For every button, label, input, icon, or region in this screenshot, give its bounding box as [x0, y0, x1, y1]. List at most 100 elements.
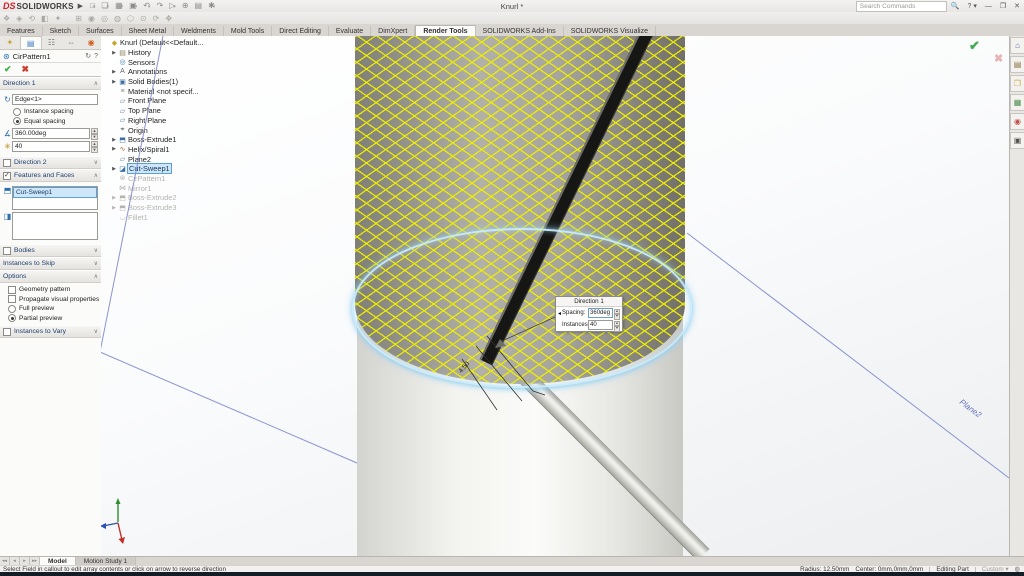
zoom-area-icon[interactable]: ◈ [16, 14, 22, 23]
search-commands-input[interactable]: Search Commands [856, 1, 947, 12]
close-button[interactable]: ✕ [1014, 2, 1020, 10]
help-circle-icon[interactable]: ? [94, 53, 98, 60]
partial-preview-radio[interactable]: Partial preview [8, 314, 98, 324]
tree-item-origin[interactable]: ⌖Origin [110, 125, 242, 135]
redo-icon[interactable]: ↷ [156, 1, 163, 11]
tab-surfaces[interactable]: Surfaces [79, 26, 122, 36]
view-settings-icon[interactable]: ⊙ [140, 14, 147, 23]
tree-item-history[interactable]: ▶▤History [110, 48, 242, 58]
tab-evaluate[interactable]: Evaluate [329, 26, 371, 36]
group-instances-skip-header[interactable]: Instances to Skip ∨ [0, 257, 101, 270]
pattern-axis-field[interactable]: Edge<1> [12, 94, 98, 105]
view-palette-icon[interactable]: ▦ [1010, 94, 1024, 111]
reverse-direction-arrow-icon[interactable]: ◂ [558, 310, 561, 317]
previous-view-icon[interactable]: ⟲ [28, 14, 35, 23]
select-icon[interactable]: ▷▾ [169, 1, 176, 12]
plane2-label[interactable]: Plane2 [958, 397, 983, 419]
propagate-visual-checkbox[interactable]: Propagate visual properties [8, 295, 98, 305]
group-bodies-header[interactable]: Bodies ∨ [0, 244, 101, 257]
tree-item-sensors[interactable]: ◎Sensors [110, 57, 242, 67]
instances-input[interactable]: 40 [588, 320, 613, 330]
spacing-spinner[interactable]: ▲▼ [614, 309, 620, 318]
tree-item-annotations[interactable]: ▶AAnnotations [110, 67, 242, 77]
view-orientation-icon[interactable]: ⊞ [75, 14, 82, 23]
new-document-icon[interactable]: □▾ [90, 1, 95, 12]
selected-feature-item[interactable]: Cut-Sweep1 [13, 187, 97, 198]
tab-mold-tools[interactable]: Mold Tools [224, 26, 272, 36]
tree-item-top-plane[interactable]: ▱Top Plane [110, 106, 242, 116]
tab-features[interactable]: Features [0, 26, 43, 36]
confirm-cancel-icon[interactable]: ✖ [994, 52, 1003, 65]
faces-to-pattern-list[interactable] [12, 212, 98, 240]
instances-vary-checkbox[interactable] [3, 328, 11, 336]
tree-item-cut-sweep1[interactable]: ▶◪Cut-Sweep1 [110, 164, 242, 174]
ok-button[interactable]: ✔ [4, 64, 12, 75]
group-features-faces-header[interactable]: Features and Faces ∧ [0, 169, 101, 182]
selected-circular-edge[interactable] [352, 228, 692, 388]
instances-spinner[interactable]: ▲▼ [614, 321, 620, 330]
menu-expand-arrow-icon[interactable]: ▶ [78, 2, 83, 10]
zoom-fit-icon[interactable]: ❖ [3, 14, 10, 23]
pan-icon[interactable]: ✥ [165, 14, 172, 23]
featuremanager-tab-icon[interactable]: ✦ [0, 36, 20, 49]
options-gear-icon[interactable]: ✱▾ [208, 1, 215, 12]
save-icon[interactable]: ▦▾ [115, 1, 123, 12]
angle-field[interactable]: 360.00deg [12, 128, 90, 139]
rotate-view-icon[interactable]: ⟳ [153, 14, 160, 23]
minimize-button[interactable]: — [985, 3, 992, 10]
file-explorer-icon[interactable]: ❒ [1010, 75, 1024, 92]
tab-sketch[interactable]: Sketch [43, 26, 79, 36]
tree-item-boss-extrude1[interactable]: ▶⬒Boss-Extrude1 [110, 135, 242, 145]
confirm-ok-icon[interactable]: ✔ [969, 38, 980, 54]
instance-spacing-radio[interactable]: Instance spacing [13, 107, 98, 117]
open-document-icon[interactable]: ❏▾ [101, 1, 109, 12]
tab-direct-editing[interactable]: Direct Editing [272, 26, 329, 36]
tree-item-right-plane[interactable]: ▱Right Plane [110, 116, 242, 126]
tab-dimxpert[interactable]: DimXpert [371, 26, 415, 36]
print-icon[interactable]: ▣▾ [129, 1, 137, 12]
configurationmanager-tab-icon[interactable]: ☷ [42, 36, 62, 49]
appearances-icon[interactable]: ◉ [1010, 113, 1024, 130]
apply-scene-icon[interactable]: ⬡ [127, 14, 134, 23]
geometry-pattern-checkbox[interactable]: Geometry pattern [8, 285, 98, 295]
restore-button[interactable]: ❐ [1000, 2, 1006, 10]
tree-item-helix-spiral1[interactable]: ▶∿Helix/Spiral1 [110, 145, 242, 155]
full-preview-radio[interactable]: Full preview [8, 304, 98, 314]
pin-icon[interactable]: ↻ [85, 52, 91, 60]
rebuild-icon[interactable]: ⊕ [182, 1, 189, 11]
propertymanager-tab-icon[interactable]: ▤ [20, 36, 42, 49]
bodies-checkbox[interactable] [3, 247, 11, 255]
tree-item-cirpattern1[interactable]: ⊛CirPattern1 [110, 174, 242, 184]
home-icon[interactable]: ⌂ [1010, 37, 1024, 54]
equal-spacing-radio[interactable]: Equal spacing [13, 117, 98, 127]
tree-item-part[interactable]: ◆Knurl (Default<<Default... [110, 38, 242, 48]
section-view-icon[interactable]: ◧ [41, 14, 49, 23]
tree-item-boss-extrude2[interactable]: ▶⬒Boss-Extrude2 [110, 193, 242, 203]
group-direction2-header[interactable]: Direction 2 ∨ [0, 156, 101, 169]
undo-icon[interactable]: ↶▾ [143, 1, 150, 12]
features-faces-checkbox[interactable] [3, 172, 11, 180]
search-icon[interactable]: 🔍 [951, 2, 960, 10]
tree-item-front-plane[interactable]: ▱Front Plane [110, 96, 242, 106]
instance-count-field[interactable]: 40 [12, 141, 90, 152]
group-instances-vary-header[interactable]: Instances to Vary ∨ [0, 325, 101, 338]
tree-item-fillet1[interactable]: ◡Fillet1 [110, 212, 242, 222]
direction2-checkbox[interactable] [3, 159, 11, 167]
graphics-viewport[interactable]: Plane2 4.50 ◆Knurl (Default<<Default... … [101, 36, 1009, 556]
tab-render-tools[interactable]: Render Tools [415, 25, 475, 36]
tree-item-solid-bodies[interactable]: ▶▣Solid Bodies(1) [110, 77, 242, 87]
spacing-input[interactable]: 360deg [588, 308, 613, 318]
tab-solidworks-addins[interactable]: SOLIDWORKS Add-Ins [476, 26, 564, 36]
group-options-header[interactable]: Options ∧ [0, 270, 101, 283]
file-properties-icon[interactable]: ▤ [195, 1, 203, 11]
display-style-icon[interactable]: ◉ [88, 14, 95, 23]
tab-solidworks-visualize[interactable]: SOLIDWORKS Visualize [564, 26, 656, 36]
help-icon[interactable]: ? ▾ [967, 2, 976, 10]
edit-appearance-icon[interactable]: ◍ [114, 14, 121, 23]
tree-item-mirror1[interactable]: ⋈Mirror1 [110, 183, 242, 193]
group-direction1-header[interactable]: Direction 1 ∧ [0, 77, 101, 90]
tree-item-material[interactable]: ≡Material <not specif... [110, 86, 242, 96]
features-to-pattern-list[interactable]: Cut-Sweep1 [12, 186, 98, 210]
hide-show-items-icon[interactable]: ◎ [101, 14, 108, 23]
displaymanager-tab-icon[interactable]: ◉ [81, 36, 101, 49]
